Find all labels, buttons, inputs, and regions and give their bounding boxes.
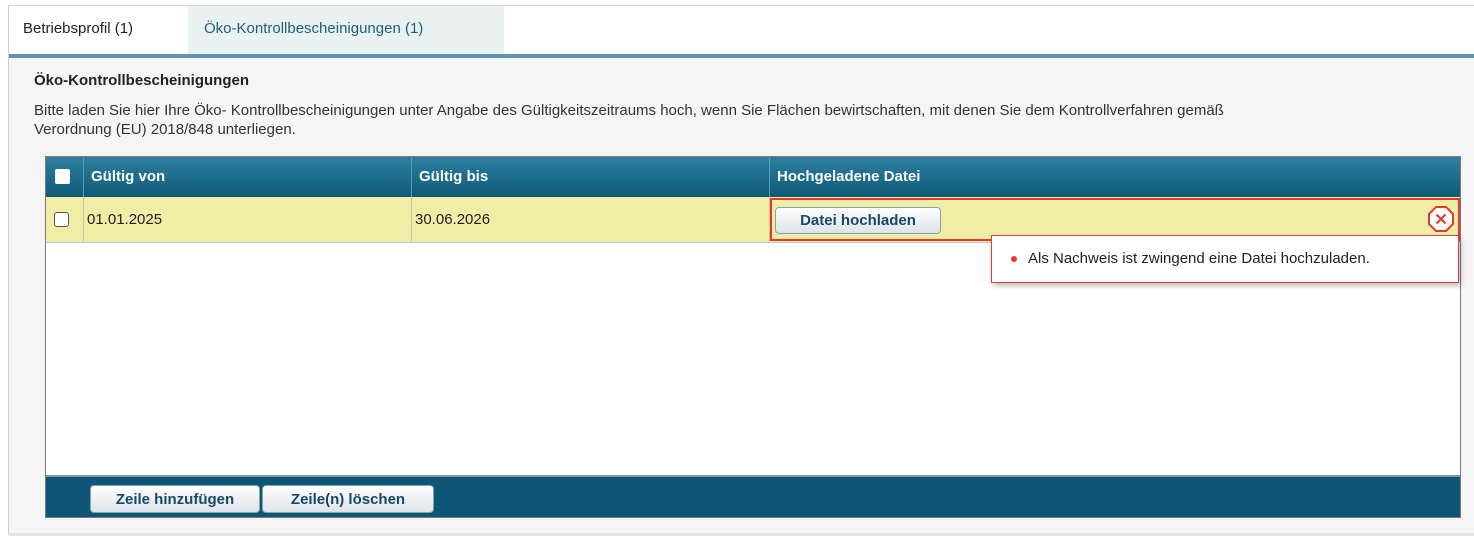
main-panel: Betriebsprofil (1) Öko-Kontrollbescheini… [8, 5, 1474, 534]
row-select-cell [46, 197, 84, 242]
bullet-icon [1011, 256, 1017, 262]
cell-gueltig-von[interactable]: 01.01.2025 [84, 197, 412, 242]
column-header-hochgeladene-datei[interactable]: Hochgeladene Datei [770, 157, 1460, 197]
description-line-1: Bitte laden Sie hier Ihre Öko- Kontrollb… [34, 102, 1224, 119]
tab-bar: Betriebsprofil (1) Öko-Kontrollbescheini… [9, 6, 1474, 54]
description-line-2: Verordnung (EU) 2018/848 unterliegen. [34, 121, 296, 138]
table-header: Gültig von Gültig bis Hochgeladene Datei [46, 157, 1460, 197]
error-message: Als Nachweis ist zwingend eine Datei hoc… [1028, 250, 1370, 267]
section-title: Öko-Kontrollbescheinigungen [34, 72, 250, 89]
tab-oeko-kontrollbescheinigungen[interactable]: Öko-Kontrollbescheinigungen (1) [188, 6, 504, 54]
column-header-gueltig-bis[interactable]: Gültig bis [412, 157, 770, 197]
add-row-button[interactable]: Zeile hinzufügen [90, 485, 260, 513]
upload-file-button[interactable]: Datei hochladen [775, 207, 941, 234]
header-select-cell [46, 157, 84, 197]
column-header-gueltig-von[interactable]: Gültig von [84, 157, 412, 197]
tab-betriebsprofil[interactable]: Betriebsprofil (1) [9, 6, 188, 54]
error-tooltip: Als Nachweis ist zwingend eine Datei hoc… [991, 235, 1459, 283]
row-checkbox[interactable] [54, 212, 69, 227]
delete-rows-button[interactable]: Zeile(n) löschen [262, 485, 434, 513]
table-footer-toolbar: Zeile hinzufügen Zeile(n) löschen [46, 475, 1460, 517]
select-all-checkbox[interactable] [55, 169, 70, 184]
section-description: Bitte laden Sie hier Ihre Öko- Kontrollb… [34, 101, 1474, 139]
cell-gueltig-bis[interactable]: 30.06.2026 [412, 197, 770, 242]
certificates-table: Gültig von Gültig bis Hochgeladene Datei… [45, 156, 1461, 518]
error-circle-x-icon[interactable] [1427, 205, 1455, 233]
tab-content: Öko-Kontrollbescheinigungen Bitte laden … [9, 58, 1474, 534]
